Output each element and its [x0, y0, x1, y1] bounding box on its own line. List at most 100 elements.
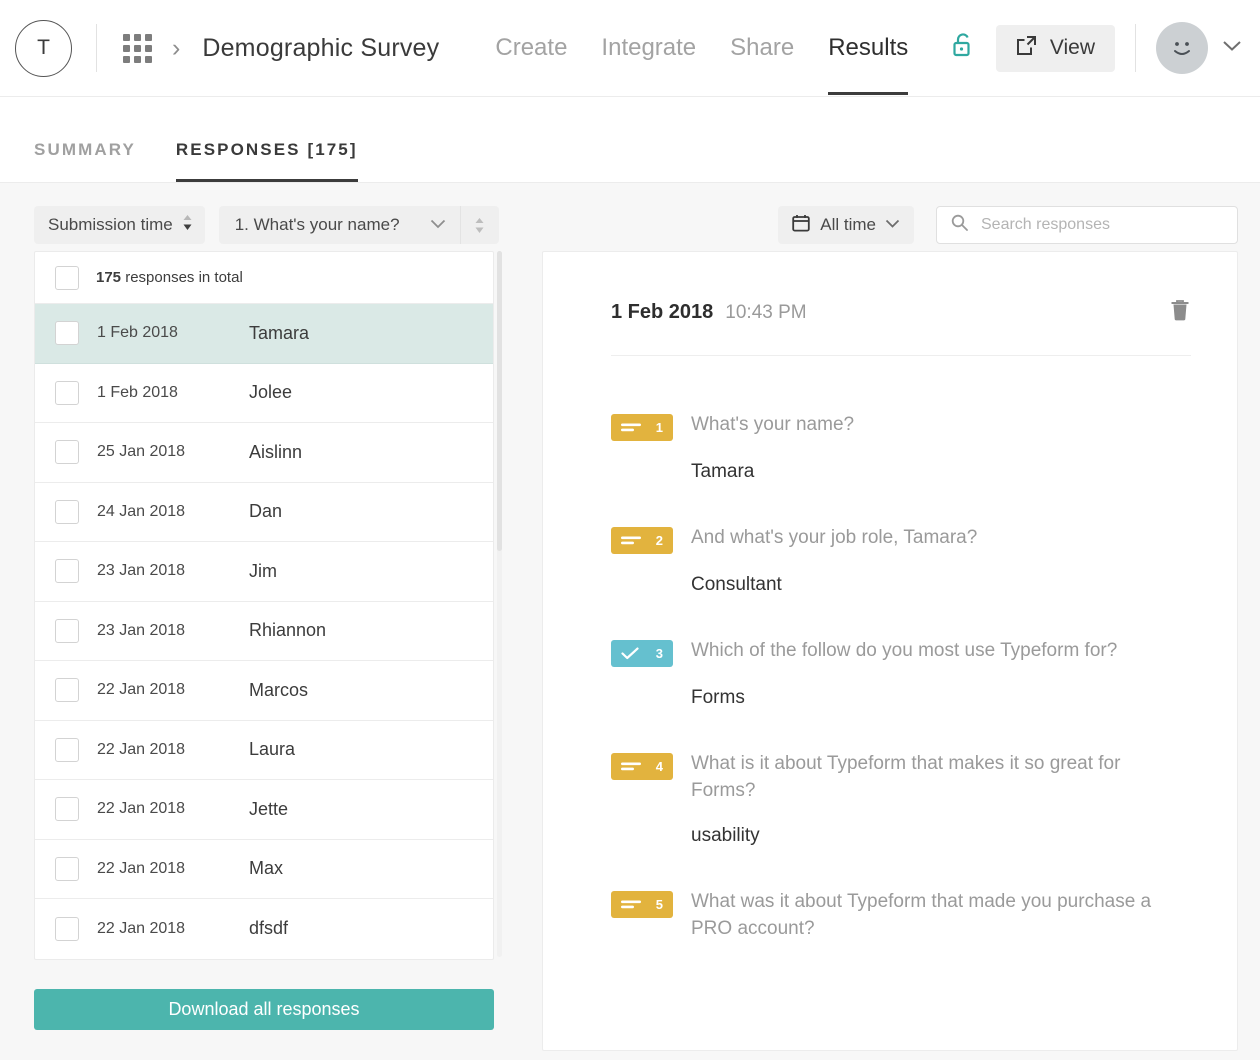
- row-name: dfsdf: [249, 918, 288, 939]
- answers-list: 1 What's your name? Tamara 2 And what': [611, 356, 1191, 943]
- row-name: Rhiannon: [249, 620, 326, 641]
- date-filter[interactable]: All time: [778, 206, 914, 244]
- answer-text: usability: [691, 825, 1191, 847]
- short-text-badge: 5: [611, 891, 673, 918]
- logo-initial: T: [37, 36, 50, 60]
- search-responses-box[interactable]: [936, 206, 1238, 244]
- search-icon: [951, 214, 968, 236]
- table-row[interactable]: 22 Jan 2018 Jette: [35, 780, 493, 840]
- table-row[interactable]: 1 Feb 2018 Tamara: [35, 304, 493, 364]
- row-checkbox[interactable]: [55, 738, 79, 762]
- question-number: 2: [656, 533, 663, 548]
- table-row[interactable]: 22 Jan 2018 dfsdf: [35, 899, 493, 959]
- unlocked-padlock-icon[interactable]: [952, 32, 974, 64]
- question-text: Which of the follow do you most use Type…: [691, 638, 1117, 665]
- header-divider-2: [1135, 24, 1136, 72]
- table-row[interactable]: 22 Jan 2018 Max: [35, 840, 493, 900]
- row-checkbox[interactable]: [55, 797, 79, 821]
- view-button-label: View: [1050, 36, 1095, 60]
- list-scrollbar[interactable]: [497, 251, 502, 957]
- row-checkbox[interactable]: [55, 440, 79, 464]
- question-row: 5 What was it about Typeform that made y…: [611, 889, 1191, 943]
- row-name: Dan: [249, 501, 282, 522]
- row-checkbox[interactable]: [55, 500, 79, 524]
- row-checkbox[interactable]: [55, 381, 79, 405]
- tab-summary[interactable]: SUMMARY: [34, 140, 136, 182]
- multiple-choice-badge: 3: [611, 640, 673, 667]
- chevron-down-icon: [430, 216, 446, 234]
- question-text: What was it about Typeform that made you…: [691, 889, 1161, 943]
- row-checkbox[interactable]: [55, 619, 79, 643]
- row-name: Tamara: [249, 323, 309, 344]
- nav-item-share[interactable]: Share: [730, 0, 794, 97]
- app-header: T › Demographic Survey Create Integrate …: [0, 0, 1260, 97]
- response-time: 10:43 PM: [725, 302, 806, 324]
- answer-text: Consultant: [691, 574, 1191, 596]
- qa-item: 1 What's your name? Tamara: [611, 412, 1191, 483]
- calendar-icon: [792, 214, 810, 237]
- table-row[interactable]: 22 Jan 2018 Laura: [35, 721, 493, 781]
- responses-body: 175 responses in total 1 Feb 2018 Tamara…: [0, 247, 1260, 1060]
- table-row[interactable]: 25 Jan 2018 Aislinn: [35, 423, 493, 483]
- question-row: 2 And what's your job role, Tamara?: [611, 525, 1191, 554]
- row-name: Marcos: [249, 680, 308, 701]
- short-text-badge: 4: [611, 753, 673, 780]
- answer-text: Tamara: [691, 461, 1191, 483]
- row-checkbox[interactable]: [55, 321, 79, 345]
- row-name: Aislinn: [249, 442, 302, 463]
- short-text-badge: 1: [611, 414, 673, 441]
- row-checkbox[interactable]: [55, 917, 79, 941]
- table-row[interactable]: 23 Jan 2018 Jim: [35, 542, 493, 602]
- question-select-label: 1. What's your name?: [235, 215, 400, 235]
- search-input[interactable]: [981, 216, 1211, 234]
- nav-item-integrate[interactable]: Integrate: [601, 0, 696, 97]
- question-row: 1 What's your name?: [611, 412, 1191, 441]
- row-checkbox[interactable]: [55, 678, 79, 702]
- table-row[interactable]: 23 Jan 2018 Rhiannon: [35, 602, 493, 662]
- smiley-face-icon: [1165, 31, 1199, 65]
- question-sort-arrows-icon[interactable]: [461, 217, 499, 234]
- trash-icon[interactable]: [1169, 298, 1191, 327]
- workspace-logo[interactable]: T: [15, 20, 72, 77]
- nav-item-results[interactable]: Results: [828, 0, 908, 97]
- short-text-icon: [621, 422, 641, 433]
- qa-item: 4 What is it about Typeform that makes i…: [611, 751, 1191, 847]
- qa-item: 2 And what's your job role, Tamara? Cons…: [611, 525, 1191, 596]
- responses-toolbar: Submission time 1. What's your name?: [0, 183, 1260, 247]
- question-number: 3: [656, 646, 663, 661]
- table-row[interactable]: 24 Jan 2018 Dan: [35, 483, 493, 543]
- tab-responses[interactable]: RESPONSES [175]: [176, 140, 358, 182]
- list-scrollbar-thumb[interactable]: [497, 251, 502, 551]
- row-checkbox[interactable]: [55, 559, 79, 583]
- chevron-right-icon: ›: [172, 36, 180, 61]
- chevron-down-icon[interactable]: [1222, 39, 1242, 57]
- short-text-icon: [621, 899, 641, 910]
- sort-arrows-icon: [182, 214, 193, 236]
- date-filter-label: All time: [820, 215, 876, 235]
- download-all-responses-button[interactable]: Download all responses: [34, 989, 494, 1030]
- question-select[interactable]: 1. What's your name?: [219, 206, 499, 244]
- download-button-label: Download all responses: [168, 999, 359, 1020]
- total-count: 175: [96, 269, 121, 286]
- view-button[interactable]: View: [996, 25, 1115, 72]
- sort-label: Submission time: [48, 215, 173, 235]
- response-detail-panel: 1 Feb 2018 10:43 PM 1: [542, 251, 1238, 1051]
- select-all-checkbox[interactable]: [55, 266, 79, 290]
- row-date: 22 Jan 2018: [97, 860, 197, 878]
- question-text: And what's your job role, Tamara?: [691, 525, 977, 552]
- question-row: 3 Which of the follow do you most use Ty…: [611, 638, 1191, 667]
- avatar[interactable]: [1156, 22, 1208, 74]
- grid-apps-icon[interactable]: [123, 34, 152, 63]
- table-row[interactable]: 22 Jan 2018 Marcos: [35, 661, 493, 721]
- checkmark-icon: [621, 647, 639, 660]
- answer-text: Forms: [691, 687, 1191, 709]
- page-title: Demographic Survey: [202, 34, 439, 63]
- question-text: What is it about Typeform that makes it …: [691, 751, 1161, 805]
- row-checkbox[interactable]: [55, 857, 79, 881]
- total-responses-text: 175 responses in total: [96, 269, 243, 286]
- table-row[interactable]: 1 Feb 2018 Jolee: [35, 364, 493, 424]
- row-date: 22 Jan 2018: [97, 920, 197, 938]
- results-tabs: SUMMARY RESPONSES [175]: [0, 97, 1260, 183]
- nav-item-create[interactable]: Create: [495, 0, 567, 97]
- sort-by-submission-time[interactable]: Submission time: [34, 206, 205, 244]
